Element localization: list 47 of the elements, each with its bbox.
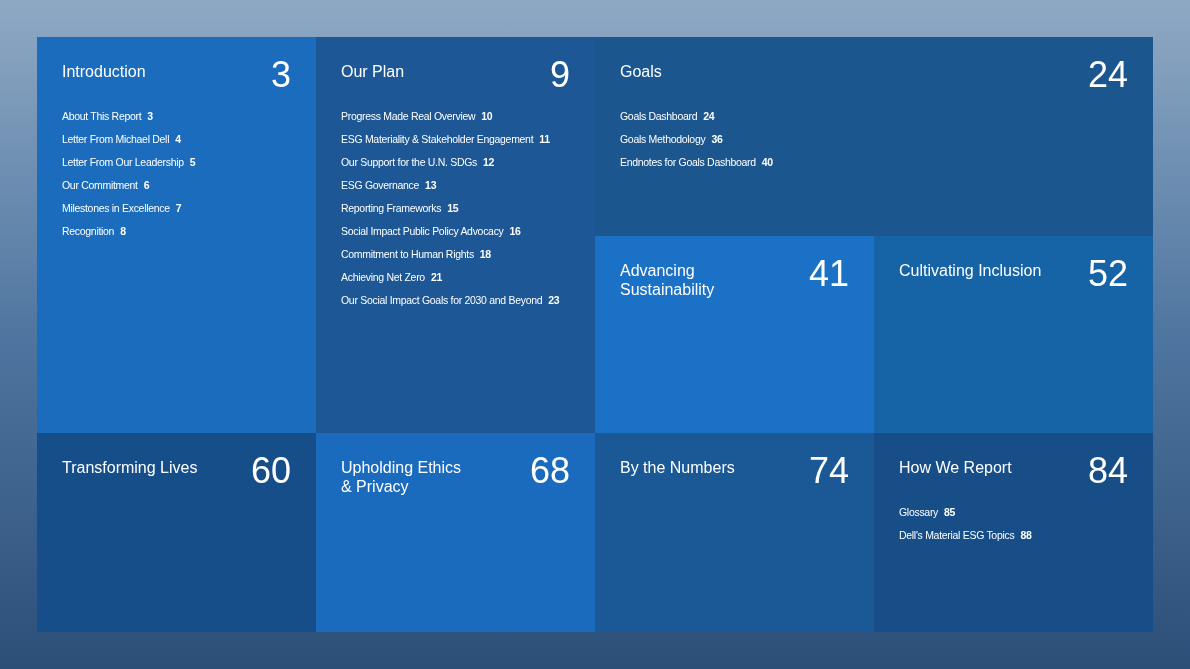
section-title: Transforming Lives [62, 458, 198, 477]
section-title: Our Plan [341, 62, 405, 81]
toc-link[interactable]: Goals Dashboard 24 [620, 105, 715, 128]
section-page-number: 52 [1087, 256, 1128, 292]
toc-link[interactable]: Our Commitment 6 [62, 174, 150, 197]
toc-link[interactable]: Progress Made Real Overview 10 [341, 105, 493, 128]
toc-link[interactable]: ESG Materiality & Stakeholder Engagement 11 [341, 128, 550, 151]
toc-link[interactable]: Reporting Frameworks 15 [341, 197, 459, 220]
section-title: Introduction [62, 62, 146, 81]
toc-link[interactable]: ESG Governance 13 [341, 174, 437, 197]
section-page-number: 3 [270, 57, 291, 93]
section-tile[interactable]: By the Numbers 74 [595, 433, 874, 632]
section-title: How We Report [899, 458, 1012, 477]
section-tile[interactable]: Introduction 3 About This Report 3 Letter From Michael Dell 4 Letter From Our Leadership 5 Our Commitment 6 Milestones in Excellence 7 Recognition 8 [37, 37, 316, 433]
toc-link[interactable]: Letter From Our Leadership 5 [62, 151, 196, 174]
toc-link[interactable]: Our Support for the U.N. SDGs 12 [341, 151, 495, 174]
section-page-number: 68 [529, 453, 570, 489]
toc-link[interactable]: Recognition 8 [62, 220, 126, 243]
section-page-number: 24 [1087, 57, 1128, 93]
section-title: Advancing Sustainability [620, 261, 715, 299]
section-tile[interactable]: Advancing Sustainability 41 [595, 236, 874, 433]
section-tile[interactable]: Goals 24 Goals Dashboard 24 Goals Methodology 36 Endnotes for Goals Dashboard 40 [595, 37, 1153, 236]
toc-link[interactable]: About This Report 3 [62, 105, 153, 128]
section-tile[interactable]: Cultivating Inclusion 52 [874, 236, 1153, 433]
section-title: By the Numbers [620, 458, 735, 477]
toc-link[interactable]: Letter From Michael Dell 4 [62, 128, 181, 151]
section-tile[interactable]: Transforming Lives 60 [37, 433, 316, 632]
toc-link[interactable]: Commitment to Human Rights 18 [341, 243, 491, 266]
toc-link[interactable]: Social Impact Public Policy Advocacy 16 [341, 220, 521, 243]
section-tile[interactable] [316, 37, 595, 433]
section-tile[interactable]: How We Report 84 Glossary 85 Dell's Material ESG Topics 88 [874, 433, 1153, 632]
toc-link[interactable]: Dell's Material ESG Topics 88 [899, 524, 1032, 547]
section-title: Goals [620, 62, 662, 81]
section-page-number: 74 [808, 453, 849, 489]
toc-link[interactable]: Achieving Net Zero 21 [341, 266, 442, 289]
section-page-number: 60 [250, 453, 291, 489]
toc-link[interactable]: Glossary 85 [899, 501, 956, 524]
section-page-number: 84 [1087, 453, 1128, 489]
section-page-number: 41 [808, 256, 849, 292]
toc-link[interactable]: Our Social Impact Goals for 2030 and Beyond 23 [341, 289, 560, 312]
section-title: Upholding Ethics & Privacy [341, 458, 462, 496]
section-page-number: 9 [549, 57, 570, 93]
toc-link[interactable]: Goals Methodology 36 [620, 128, 723, 151]
section-title: Cultivating Inclusion [899, 261, 1042, 280]
toc-link[interactable]: Milestones in Excellence 7 [62, 197, 182, 220]
toc-link[interactable]: Endnotes for Goals Dashboard 40 [620, 151, 773, 174]
section-tile[interactable]: Upholding Ethics & Privacy 68 [316, 433, 595, 632]
